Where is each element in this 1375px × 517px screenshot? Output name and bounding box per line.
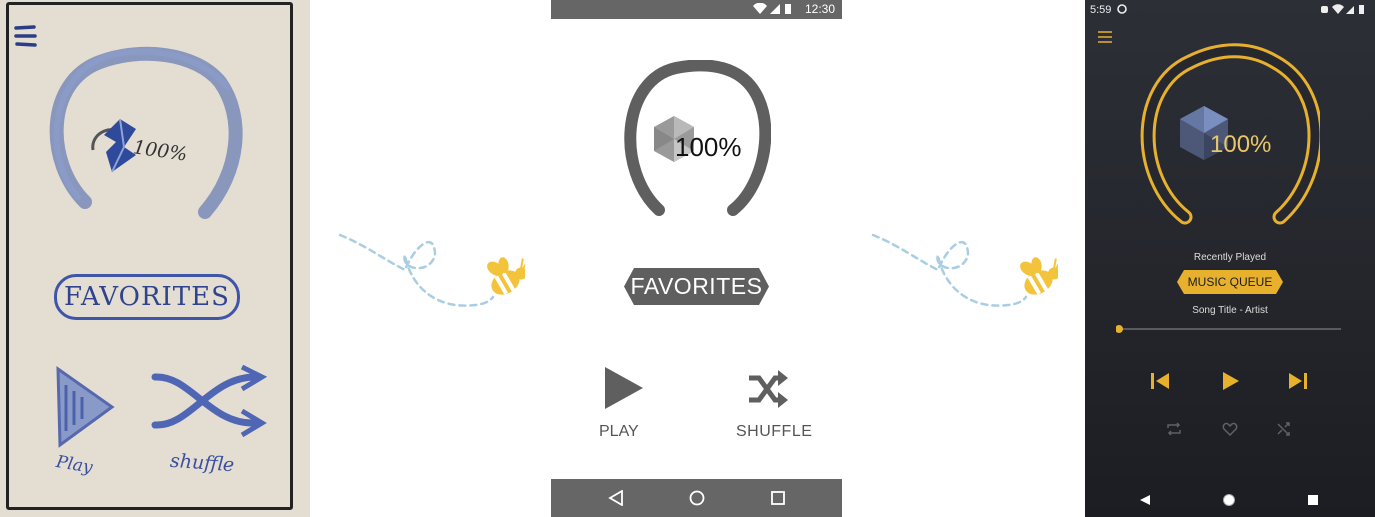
nav-bar <box>551 479 842 517</box>
shuffle-icon[interactable] <box>747 368 789 410</box>
sketch-menu-icon <box>14 25 37 47</box>
battery-icon <box>1359 5 1364 14</box>
play-label: PLAY <box>599 423 639 440</box>
status-icons <box>1321 4 1364 15</box>
skip-next-icon[interactable] <box>1286 369 1310 393</box>
shuffle-icon[interactable] <box>1276 421 1292 437</box>
home-icon[interactable] <box>1222 493 1236 507</box>
song-title-label: Song Title - Artist <box>1192 305 1268 316</box>
favorites-button[interactable]: FAVORITES <box>624 268 769 305</box>
skip-previous-icon[interactable] <box>1148 369 1172 393</box>
volume-percent-label: 100% <box>1210 131 1272 158</box>
sketch-shuffle-label: shuffle <box>169 449 235 477</box>
menu-icon[interactable] <box>1097 30 1113 44</box>
wifi-icon <box>753 3 767 14</box>
volume-percent-label: 100% <box>675 132 742 162</box>
nav-bar <box>1085 482 1375 517</box>
bee-trail-decoration <box>338 233 525 307</box>
wireframe-panel: 12:30 100% FAVORITES PLAY SHUFFLE <box>551 0 842 517</box>
bee-trail-decoration <box>871 233 1058 307</box>
vibrate-icon <box>1321 6 1328 13</box>
seek-thumb <box>1116 325 1123 333</box>
shuffle-label: SHUFFLE <box>736 423 813 440</box>
sync-icon <box>1117 4 1127 14</box>
play-icon[interactable] <box>604 366 644 410</box>
status-time: 5:59 <box>1090 4 1112 16</box>
back-icon[interactable] <box>1139 494 1151 506</box>
sketch-favorites-label: FAVORITES <box>64 282 230 312</box>
bee-icon <box>1020 257 1058 295</box>
app-panel: 5:59 100% Recently Played MUSIC QUEUE So… <box>1085 0 1375 517</box>
status-bar: 12:30 <box>551 0 842 19</box>
seek-bar[interactable] <box>1116 322 1342 336</box>
recents-icon[interactable] <box>770 490 786 506</box>
home-icon[interactable] <box>689 490 705 506</box>
signal-icon <box>1346 6 1354 14</box>
recents-icon[interactable] <box>1307 494 1319 506</box>
recently-played-label: Recently Played <box>1193 252 1267 263</box>
battery-icon <box>785 4 791 14</box>
sketch-favorites-button[interactable]: FAVORITES <box>54 274 240 320</box>
music-queue-label: MUSIC QUEUE <box>1187 275 1273 289</box>
sketch-shuffle-icon[interactable] <box>150 365 270 440</box>
wifi-icon <box>1332 4 1344 15</box>
music-queue-button[interactable]: MUSIC QUEUE <box>1177 270 1283 294</box>
favorites-label: FAVORITES <box>630 273 763 299</box>
heart-icon[interactable] <box>1222 421 1238 437</box>
status-bar: 5:59 <box>1085 0 1375 20</box>
sketch-play-icon[interactable] <box>52 365 117 450</box>
back-icon[interactable] <box>608 490 624 506</box>
sketch-volume-arc <box>49 46 243 219</box>
bee-icon <box>487 257 525 295</box>
signal-icon <box>770 4 780 14</box>
sketch-panel: 100% FAVORITES Play shuffle <box>0 0 310 517</box>
play-icon[interactable] <box>1218 369 1242 393</box>
status-icons <box>753 3 791 14</box>
repeat-icon[interactable] <box>1166 421 1182 437</box>
status-time: 12:30 <box>804 2 835 16</box>
